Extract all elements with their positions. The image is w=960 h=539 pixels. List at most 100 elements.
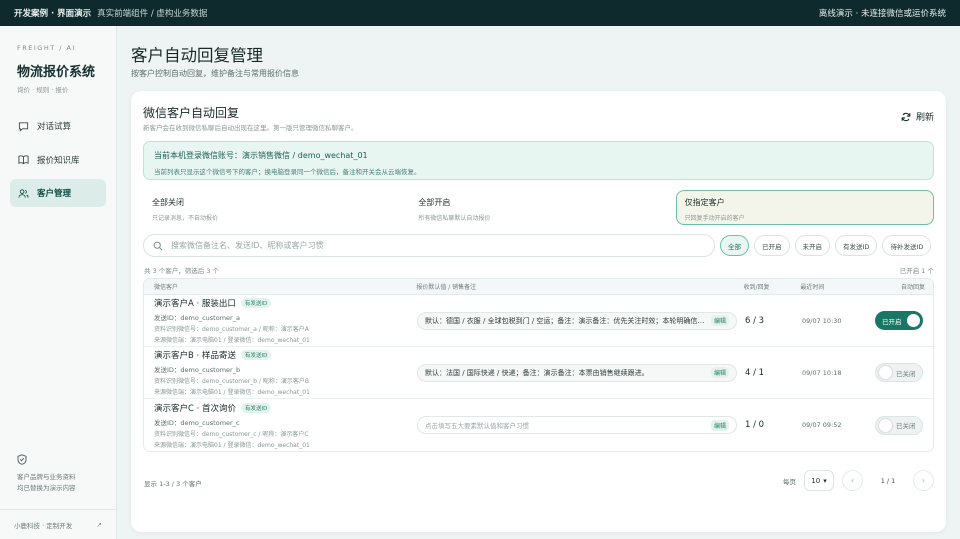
filter-disabled[interactable]: 未开启 bbox=[794, 235, 830, 256]
note-field[interactable]: 点击填写五大要素默认值和客户习惯 编辑 bbox=[417, 416, 737, 434]
refresh-button[interactable]: 刷新 bbox=[901, 110, 934, 123]
customer-name: 演示客户A · 服装出口 bbox=[154, 299, 236, 309]
sidebar: FREIGHT / AI 物流报价系统 询价 · 规则 · 报价 对话试算 报价… bbox=[0, 26, 117, 539]
mode-title: 仅指定客户 bbox=[684, 198, 725, 207]
search-input[interactable] bbox=[171, 241, 705, 250]
received-replied: 6 / 3 bbox=[745, 315, 765, 326]
mode-all-on[interactable]: 全部开启 所有微信私聊默认自动报价 bbox=[409, 190, 667, 225]
mode-title: 全部关闭 bbox=[152, 198, 184, 207]
pagination: 每页 10 ▾ ‹ 1 / 1 › bbox=[783, 470, 934, 491]
last-time: 09/07 09:52 bbox=[802, 421, 842, 429]
last-time: 09/07 10:30 bbox=[802, 316, 842, 325]
sender-id: 发送ID：demo_customer_b bbox=[154, 366, 241, 374]
search-icon bbox=[153, 241, 163, 250]
toggle-label: 已关闭 bbox=[896, 422, 916, 430]
toggle-knob bbox=[879, 366, 892, 379]
sidebar-item-customers[interactable]: 客户管理 bbox=[10, 179, 106, 207]
filter-missing-sender-id[interactable]: 待补发送ID bbox=[882, 235, 932, 256]
sidebar-footer-note: 客户品牌与业务资料 均已替换为演示内容 bbox=[17, 472, 109, 494]
refresh-label: 刷新 bbox=[915, 113, 934, 123]
source-info: 资料识别微信号：demo_customer_b / 昵称：演示客户B bbox=[154, 378, 310, 385]
customer-cell: 演示客户A · 服装出口 有发送ID 发送ID：demo_customer_a … bbox=[144, 297, 417, 344]
table-row: 演示客户C · 首次询价 有发送ID 发送ID：demo_customer_c … bbox=[144, 399, 933, 451]
users-icon bbox=[18, 188, 29, 198]
mode-selected-only[interactable]: 仅指定客户 只回复手动开启的客户 bbox=[675, 190, 934, 225]
sender-id: 发送ID：demo_customer_a bbox=[154, 314, 240, 322]
edit-button[interactable]: 编辑 bbox=[710, 419, 729, 431]
sender-id-badge: 有发送ID bbox=[240, 298, 272, 308]
column-header: 微信客户 bbox=[154, 284, 179, 291]
edit-button[interactable]: 编辑 bbox=[710, 315, 729, 326]
customer-table: 微信客户 报价默认值 / 销售备注 收到/回复 最近时间 自动回复 演示客户A … bbox=[143, 278, 934, 452]
login-info: 来源微信端：演示电脑01 / 登录微信：demo_wechat_01 bbox=[154, 441, 310, 449]
auto-reply-toggle[interactable]: 已开启 bbox=[875, 311, 923, 330]
search-box bbox=[143, 234, 715, 257]
mode-desc: 只记录消息，不自动报价 bbox=[152, 215, 219, 222]
edit-button[interactable]: 编辑 bbox=[710, 367, 729, 378]
sidebar-item-label: 客户管理 bbox=[37, 189, 72, 199]
sidebar-bottom-label: 小鹿科技 · 定制开发 bbox=[14, 521, 73, 530]
shield-icon bbox=[17, 454, 27, 465]
card-title: 微信客户自动回复 bbox=[143, 106, 240, 120]
per-page-label: 每页 bbox=[783, 477, 796, 486]
sidebar-item-knowledge[interactable]: 报价知识库 bbox=[10, 146, 106, 174]
sidebar-kicker: FREIGHT / AI bbox=[17, 44, 76, 52]
sidebar-nav: 对话试算 报价知识库 客户管理 bbox=[10, 112, 106, 213]
customer-cell: 演示客户C · 首次询价 有发送ID 发送ID：demo_customer_c … bbox=[144, 402, 417, 449]
topbar-brand: 开发案例 · 界面演示 bbox=[14, 9, 92, 19]
source-info: 资料识别微信号：demo_customer_c / 昵称：演示客户C bbox=[154, 430, 309, 438]
page-subtitle: 按客户控制自动回复，维护备注与常用报价信息 bbox=[131, 69, 299, 78]
card-subtitle: 新客户会在收到微信私聊后自动出现在这里。第一版只管理微信私聊客户。 bbox=[143, 124, 358, 132]
mode-desc: 只回复手动开启的客户 bbox=[684, 215, 745, 222]
refresh-icon bbox=[901, 112, 911, 121]
pagination-summary: 显示 1-3 / 3 个客户 bbox=[144, 480, 202, 488]
page-title: 客户自动回复管理 bbox=[131, 46, 263, 65]
received-replied: 1 / 0 bbox=[745, 420, 765, 430]
table-row: 演示客户A · 服装出口 有发送ID 发送ID：demo_customer_a … bbox=[144, 295, 933, 347]
account-banner: 当前本机登录微信账号：演示销售微信 / demo_wechat_01 当前列表只… bbox=[143, 141, 934, 180]
sidebar-bottom-link[interactable]: 小鹿科技 · 定制开发 ↗ bbox=[0, 509, 116, 539]
auto-reply-toggle[interactable]: 已关闭 bbox=[875, 415, 923, 435]
footer-note-line: 均已替换为演示内容 bbox=[17, 484, 76, 492]
mode-desc: 所有微信私聊默认自动报价 bbox=[418, 215, 491, 222]
sender-id-badge: 有发送ID bbox=[240, 350, 272, 360]
book-icon bbox=[18, 155, 29, 165]
note-field[interactable]: 默认：法国 / 国际快递 / 快递；备注：演示备注：本票由销售继续跟进。 编辑 bbox=[417, 363, 737, 382]
topbar-subtitle: 真实前端组件 / 虚构业务数据 bbox=[97, 9, 208, 19]
table-header: 微信客户 报价默认值 / 销售备注 收到/回复 最近时间 自动回复 bbox=[144, 279, 933, 295]
toggle-label: 已关闭 bbox=[896, 369, 916, 378]
customer-cell: 演示客户B · 样品寄送 有发送ID 发送ID：demo_customer_b … bbox=[144, 349, 417, 396]
filter-has-sender-id[interactable]: 有发送ID bbox=[835, 235, 878, 256]
column-header: 自动回复 bbox=[900, 284, 925, 291]
reply-mode-selector: 全部关闭 只记录消息，不自动报价 全部开启 所有微信私聊默认自动报价 仅指定客户… bbox=[143, 190, 934, 225]
source-info: 资料识别微信号：demo_customer_a / 昵称：演示客户A bbox=[154, 326, 309, 333]
note-field[interactable]: 默认：德国 / 衣服 / 全球包税到门 / 空运；备注：演示备注：优先关注时效；… bbox=[417, 311, 737, 330]
login-info: 来源微信端：演示电脑01 / 登录微信：demo_wechat_01 bbox=[154, 389, 310, 396]
enabled-count: 已开启 1 个 bbox=[899, 267, 934, 275]
topbar-status: 离线演示 · 未连接微信或运价系统 bbox=[818, 9, 946, 19]
sidebar-item-label: 对话试算 bbox=[37, 122, 72, 132]
customer-name: 演示客户C · 首次询价 bbox=[154, 403, 237, 414]
sidebar-item-label: 报价知识库 bbox=[37, 155, 80, 166]
mode-title: 全部开启 bbox=[418, 198, 451, 207]
table-row: 演示客户B · 样品寄送 有发送ID 发送ID：demo_customer_b … bbox=[144, 347, 933, 399]
app-tagline: 询价 · 规则 · 报价 bbox=[17, 86, 69, 94]
received-replied: 4 / 1 bbox=[745, 367, 765, 378]
column-header: 收到/回复 bbox=[743, 284, 770, 291]
note-text: 默认：法国 / 国际快递 / 快递；备注：演示备注：本票由销售继续跟进。 bbox=[425, 368, 649, 377]
sender-id-badge: 有发送ID bbox=[241, 402, 272, 413]
customer-count: 共 3 个客户，筛选后 3 个 bbox=[144, 267, 220, 275]
note-text: 默认：德国 / 衣服 / 全球包税到门 / 空运；备注：演示备注：优先关注时效；… bbox=[425, 316, 710, 325]
filter-all[interactable]: 全部 bbox=[720, 235, 749, 256]
per-page-select[interactable]: 10 ▾ bbox=[804, 470, 834, 491]
filter-enabled[interactable]: 已开启 bbox=[754, 235, 790, 256]
toggle-knob bbox=[879, 418, 892, 432]
next-page-button[interactable]: › bbox=[913, 470, 934, 491]
chevron-down-icon: ▾ bbox=[823, 476, 827, 485]
prev-page-button[interactable]: ‹ bbox=[842, 470, 863, 491]
mode-all-off[interactable]: 全部关闭 只记录消息，不自动报价 bbox=[143, 190, 401, 225]
page-indicator: 1 / 1 bbox=[880, 476, 896, 485]
sidebar-item-chat[interactable]: 对话试算 bbox=[10, 112, 106, 140]
footer-note-line: 客户品牌与业务资料 bbox=[17, 473, 76, 481]
auto-reply-toggle[interactable]: 已关闭 bbox=[875, 363, 923, 382]
